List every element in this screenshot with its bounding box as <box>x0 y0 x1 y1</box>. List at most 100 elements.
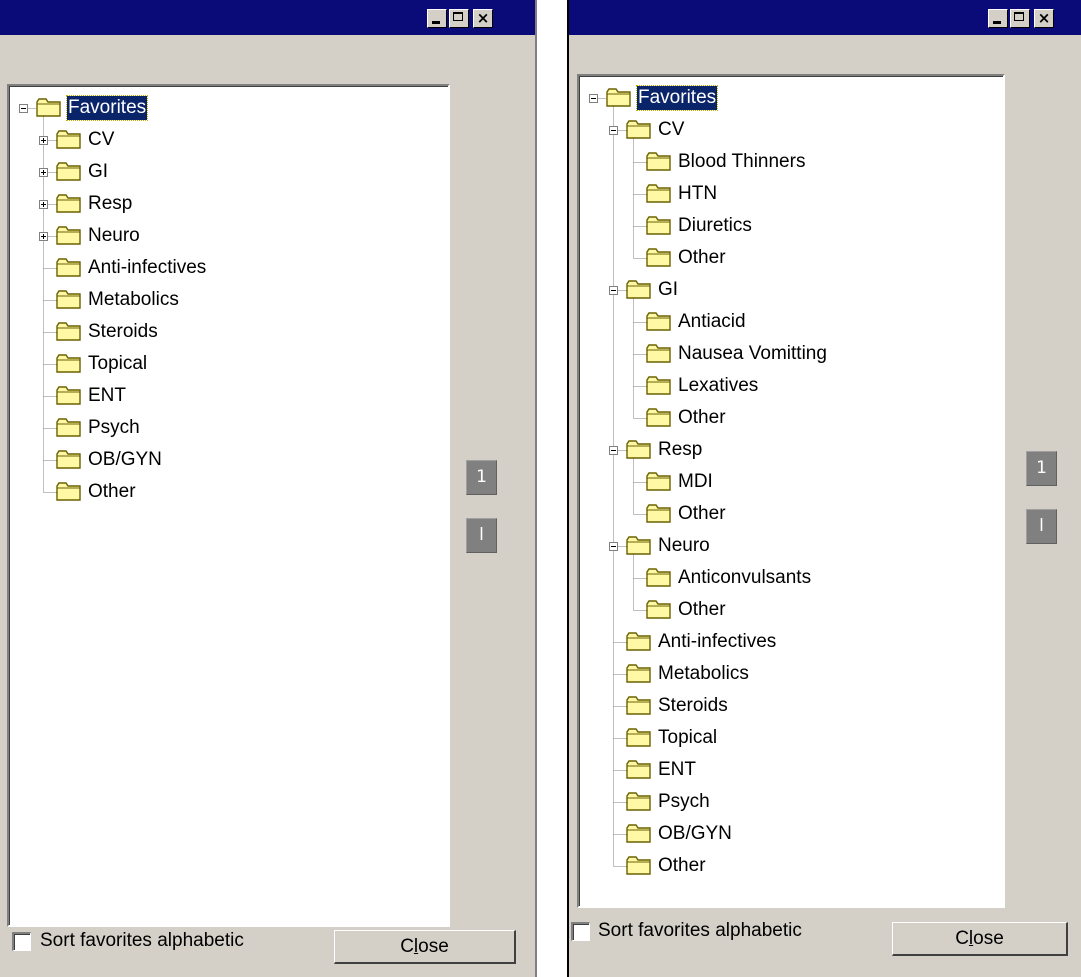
tree-item-label[interactable]: Favorites <box>635 85 719 111</box>
expand-toggle-icon[interactable] <box>39 200 48 209</box>
favorites-tree[interactable]: Favorites CV GI Resp Neuro Anti-infectives Met… <box>7 84 450 927</box>
tree-item-label[interactable]: Neuro <box>657 534 711 558</box>
tree-item[interactable]: Other <box>579 498 1003 530</box>
tree-item-label[interactable]: CV <box>87 128 115 152</box>
sort-alphabetic-checkbox[interactable] <box>12 932 31 951</box>
tree-item[interactable]: Favorites <box>579 82 1003 114</box>
tree-item-label[interactable]: HTN <box>677 182 718 206</box>
tree-item-label[interactable]: Resp <box>657 438 703 462</box>
tree-item[interactable]: Other <box>579 850 1003 882</box>
tree-item-label[interactable]: Anti-infectives <box>657 630 777 654</box>
tree-item-label[interactable]: Other <box>677 502 727 526</box>
tree-item[interactable]: Neuro <box>579 530 1003 562</box>
tree-item-label[interactable]: GI <box>87 160 109 184</box>
tree-item[interactable]: Blood Thinners <box>579 146 1003 178</box>
tree-item[interactable]: Other <box>579 402 1003 434</box>
tree-item-label[interactable]: Resp <box>87 192 133 216</box>
tree-item[interactable]: Psych <box>579 786 1003 818</box>
move-up-button[interactable]: 1 <box>1026 451 1057 486</box>
tree-item-label[interactable]: Anti-infectives <box>87 256 207 280</box>
title-bar[interactable]: × <box>0 0 537 35</box>
tree-item[interactable]: Other <box>579 242 1003 274</box>
expand-toggle-icon[interactable] <box>39 136 48 145</box>
tree-item[interactable]: ENT <box>9 380 448 412</box>
tree-item[interactable]: Lexatives <box>579 370 1003 402</box>
tree-item-label[interactable]: Anticonvulsants <box>677 566 812 590</box>
tree-item[interactable]: Other <box>9 476 448 508</box>
expand-toggle-icon[interactable] <box>39 232 48 241</box>
tree-item-label[interactable]: Psych <box>87 416 141 440</box>
tree-item-label[interactable]: Neuro <box>87 224 141 248</box>
collapse-toggle-icon[interactable] <box>589 94 598 103</box>
tree-item-label[interactable]: Topical <box>657 726 718 750</box>
close-button[interactable]: Close <box>334 930 516 964</box>
tree-item-label[interactable]: Lexatives <box>677 374 759 398</box>
move-down-button[interactable]: l <box>1026 509 1057 544</box>
collapse-toggle-icon[interactable] <box>609 542 618 551</box>
tree-item-label[interactable]: Other <box>677 598 727 622</box>
tree-item-label[interactable]: Nausea Vomitting <box>677 342 828 366</box>
sort-alphabetic-checkbox[interactable] <box>571 922 590 941</box>
tree-item-label[interactable]: Psych <box>657 790 711 814</box>
tree-item[interactable]: HTN <box>579 178 1003 210</box>
tree-item[interactable]: Anticonvulsants <box>579 562 1003 594</box>
title-bar[interactable]: × <box>569 0 1081 35</box>
collapse-toggle-icon[interactable] <box>609 126 618 135</box>
tree-item[interactable]: Resp <box>579 434 1003 466</box>
tree-item[interactable]: GI <box>579 274 1003 306</box>
move-down-button[interactable]: l <box>466 518 497 553</box>
close-icon[interactable]: × <box>473 9 493 28</box>
collapse-toggle-icon[interactable] <box>609 446 618 455</box>
tree-item[interactable]: Metabolics <box>9 284 448 316</box>
tree-item-label[interactable]: Steroids <box>657 694 729 718</box>
tree-item-label[interactable]: Metabolics <box>87 288 180 312</box>
tree-item[interactable]: Antiacid <box>579 306 1003 338</box>
tree-item[interactable]: Anti-infectives <box>579 626 1003 658</box>
tree-item[interactable]: Metabolics <box>579 658 1003 690</box>
tree-item[interactable]: MDI <box>579 466 1003 498</box>
tree-item[interactable]: Diuretics <box>579 210 1003 242</box>
tree-item-label[interactable]: Topical <box>87 352 148 376</box>
tree-item[interactable]: Steroids <box>579 690 1003 722</box>
tree-item-label[interactable]: Steroids <box>87 320 159 344</box>
tree-item[interactable]: OB/GYN <box>9 444 448 476</box>
tree-item-label[interactable]: GI <box>657 278 679 302</box>
tree-item-label[interactable]: Other <box>677 406 727 430</box>
expand-toggle-icon[interactable] <box>39 168 48 177</box>
tree-item-label[interactable]: Metabolics <box>657 662 750 686</box>
tree-item[interactable]: CV <box>579 114 1003 146</box>
tree-item-label[interactable]: Favorites <box>65 95 149 121</box>
tree-item[interactable]: GI <box>9 156 448 188</box>
minimize-icon[interactable] <box>988 9 1008 28</box>
tree-item-label[interactable]: CV <box>657 118 685 142</box>
tree-item[interactable]: Nausea Vomitting <box>579 338 1003 370</box>
tree-item-label[interactable]: Other <box>677 246 727 270</box>
tree-item-label[interactable]: ENT <box>657 758 697 782</box>
tree-item-label[interactable]: OB/GYN <box>87 448 163 472</box>
tree-item-label[interactable]: Antiacid <box>677 310 747 334</box>
collapse-toggle-icon[interactable] <box>609 286 618 295</box>
close-icon[interactable]: × <box>1034 9 1054 28</box>
tree-item[interactable]: Favorites <box>9 92 448 124</box>
tree-item-label[interactable]: ENT <box>87 384 127 408</box>
tree-item-label[interactable]: Blood Thinners <box>677 150 806 174</box>
favorites-tree[interactable]: Favorites CV Blood Thinners HTN Diuretics Oth… <box>577 74 1005 908</box>
tree-item-label[interactable]: MDI <box>677 470 714 494</box>
tree-item[interactable]: Anti-infectives <box>9 252 448 284</box>
tree-item[interactable]: Other <box>579 594 1003 626</box>
tree-item[interactable]: Topical <box>9 348 448 380</box>
close-button[interactable]: Close <box>892 922 1068 956</box>
tree-item[interactable]: Steroids <box>9 316 448 348</box>
tree-item-label[interactable]: OB/GYN <box>657 822 733 846</box>
tree-item-label[interactable]: Other <box>87 480 137 504</box>
tree-item[interactable]: Topical <box>579 722 1003 754</box>
tree-item[interactable]: Resp <box>9 188 448 220</box>
tree-item[interactable]: ENT <box>579 754 1003 786</box>
tree-item[interactable]: Psych <box>9 412 448 444</box>
tree-item[interactable]: CV <box>9 124 448 156</box>
collapse-toggle-icon[interactable] <box>19 104 28 113</box>
maximize-icon[interactable] <box>1010 9 1030 28</box>
tree-item[interactable]: OB/GYN <box>579 818 1003 850</box>
tree-item-label[interactable]: Diuretics <box>677 214 753 238</box>
minimize-icon[interactable] <box>427 9 447 28</box>
